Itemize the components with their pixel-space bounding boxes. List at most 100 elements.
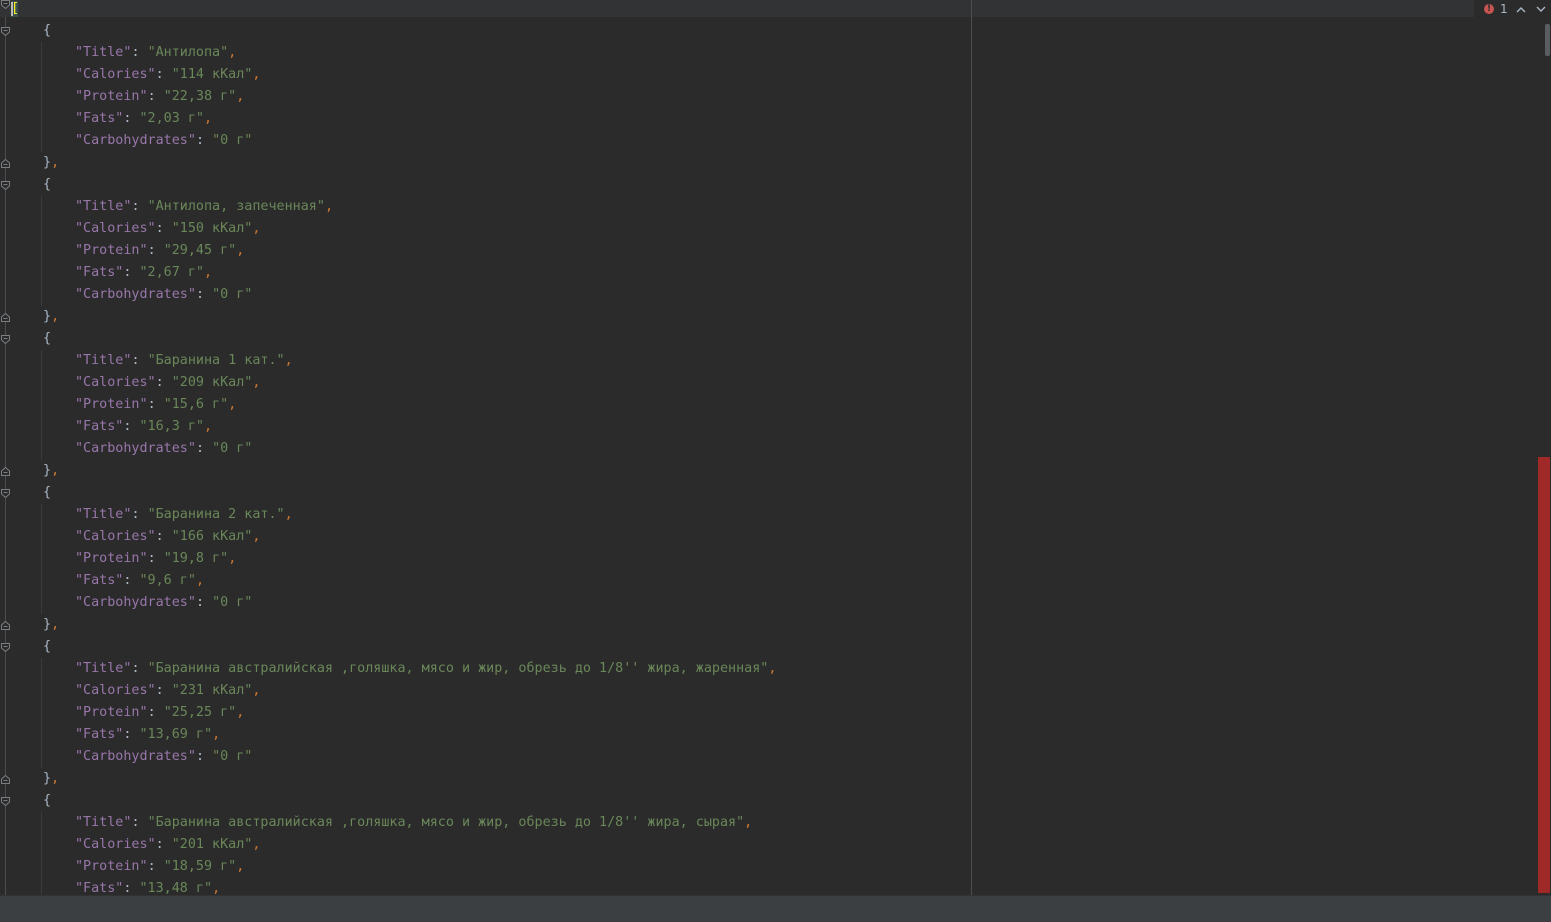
json-property-line: "Carbohydrates": "0 г" — [75, 130, 252, 152]
comma: , — [252, 221, 261, 236]
json-property-line: "Title": "Баранина 1 кат.", — [75, 350, 293, 372]
json-property-line: "Carbohydrates": "0 г" — [75, 592, 252, 614]
json-property-line: "Calories": "150 кКал", — [75, 218, 260, 240]
json-key: "Title" — [75, 199, 132, 214]
chevron-up-icon[interactable] — [1514, 2, 1528, 16]
json-property-line: "Fats": "2,67 г", — [75, 262, 212, 284]
json-key: "Calories" — [75, 67, 156, 82]
json-key: "Title" — [75, 353, 132, 368]
json-property-line: "Title": "Баранина австралийская ,голяшк… — [75, 658, 776, 680]
fold-collapse-icon[interactable] — [1, 335, 10, 344]
colon: : — [131, 661, 148, 676]
json-string-value: "Баранина 1 кат." — [147, 353, 285, 368]
comma: , — [284, 507, 293, 522]
inspection-widget[interactable]: ! 1 — [1478, 0, 1548, 18]
status-bar — [0, 895, 1551, 922]
error-stripe-marker[interactable] — [1538, 457, 1550, 893]
json-property-line: "Fats": "9,6 г", — [75, 570, 204, 592]
json-string-value: "Антилопа" — [147, 45, 229, 60]
json-string-value: "2,67 г" — [139, 265, 205, 280]
json-key: "Fats" — [75, 111, 124, 126]
json-string-value: "Баранина австралийская ,голяшка, мясо и… — [147, 815, 745, 830]
fold-collapse-icon[interactable] — [1, 0, 10, 9]
error-count[interactable]: 1 — [1500, 2, 1508, 16]
json-string-value: "201 кКал" — [171, 837, 253, 852]
json-key: "Protein" — [75, 243, 148, 258]
json-property-line: "Calories": "201 кКал", — [75, 834, 260, 856]
comma: , — [236, 89, 245, 104]
open-brace: { — [43, 177, 52, 192]
json-string-value: "2,03 г" — [139, 111, 205, 126]
json-key: "Title" — [75, 507, 132, 522]
json-key: "Calories" — [75, 221, 156, 236]
comma: , — [51, 463, 60, 478]
error-circle-icon[interactable]: ! — [1484, 4, 1494, 14]
fold-end-icon[interactable] — [1, 775, 10, 784]
fold-end-icon[interactable] — [1, 159, 10, 168]
object-open-line: { — [43, 636, 51, 658]
fold-collapse-icon[interactable] — [1, 643, 10, 652]
json-key: "Carbohydrates" — [75, 595, 196, 610]
json-property-line: "Protein": "19,8 г", — [75, 548, 236, 570]
scrollbar-thumb[interactable] — [1545, 24, 1550, 56]
object-close-line: }, — [43, 460, 59, 482]
colon: : — [123, 419, 140, 434]
gutter-divider — [5, 17, 6, 895]
comma: , — [252, 683, 261, 698]
comma: , — [51, 617, 60, 632]
colon: : — [195, 441, 213, 456]
json-string-value: "209 кКал" — [171, 375, 253, 390]
json-property-line: "Title": "Баранина австралийская ,голяшк… — [75, 812, 752, 834]
object-close-line: }, — [43, 614, 59, 636]
json-string-value: "150 кКал" — [171, 221, 253, 236]
comma: , — [236, 243, 245, 258]
object-close-line: }, — [43, 768, 59, 790]
json-string-value: "13,69 г" — [139, 727, 213, 742]
object-open-line: { — [43, 174, 51, 196]
comma: , — [228, 45, 237, 60]
colon: : — [131, 353, 148, 368]
json-key: "Title" — [75, 45, 132, 60]
json-property-line: "Protein": "29,45 г", — [75, 240, 244, 262]
comma: , — [204, 419, 213, 434]
indent-guide — [41, 812, 42, 895]
json-key: "Title" — [75, 661, 132, 676]
json-key: "Protein" — [75, 705, 148, 720]
json-string-value: "22,38 г" — [163, 89, 237, 104]
json-property-line: "Calories": "209 кКал", — [75, 372, 260, 394]
fold-collapse-icon[interactable] — [1, 27, 10, 36]
colon: : — [155, 683, 172, 698]
open-brace: { — [43, 793, 52, 808]
fold-end-icon[interactable] — [1, 621, 10, 630]
fold-collapse-icon[interactable] — [1, 797, 10, 806]
comma: , — [768, 661, 777, 676]
colon: : — [195, 287, 213, 302]
comma: , — [252, 837, 261, 852]
json-property-line: "Title": "Антилопа", — [75, 42, 236, 64]
json-property-line: "Calories": "114 кКал", — [75, 64, 260, 86]
json-key: "Protein" — [75, 89, 148, 104]
fold-end-icon[interactable] — [1, 313, 10, 322]
colon: : — [155, 375, 172, 390]
colon: : — [147, 859, 164, 874]
fold-collapse-icon[interactable] — [1, 489, 10, 498]
colon: : — [155, 529, 172, 544]
fold-end-icon[interactable] — [1, 467, 10, 476]
indent-guide — [41, 42, 42, 152]
fold-collapse-icon[interactable] — [1, 181, 10, 190]
code-editor[interactable]: [{"Title": "Антилопа", "Calories": "114 к… — [0, 0, 1536, 895]
json-key: "Calories" — [75, 529, 156, 544]
comma: , — [212, 727, 221, 742]
vertical-scrollbar[interactable] — [1536, 18, 1551, 895]
colon: : — [147, 89, 164, 104]
close-brace: } — [43, 463, 52, 478]
comma: , — [228, 397, 237, 412]
colon: : — [123, 265, 140, 280]
json-key: "Carbohydrates" — [75, 441, 196, 456]
comma: , — [51, 155, 60, 170]
close-brace: } — [43, 309, 52, 324]
colon: : — [155, 221, 172, 236]
json-key: "Calories" — [75, 837, 156, 852]
chevron-down-icon[interactable] — [1534, 2, 1548, 16]
json-key: "Protein" — [75, 551, 148, 566]
